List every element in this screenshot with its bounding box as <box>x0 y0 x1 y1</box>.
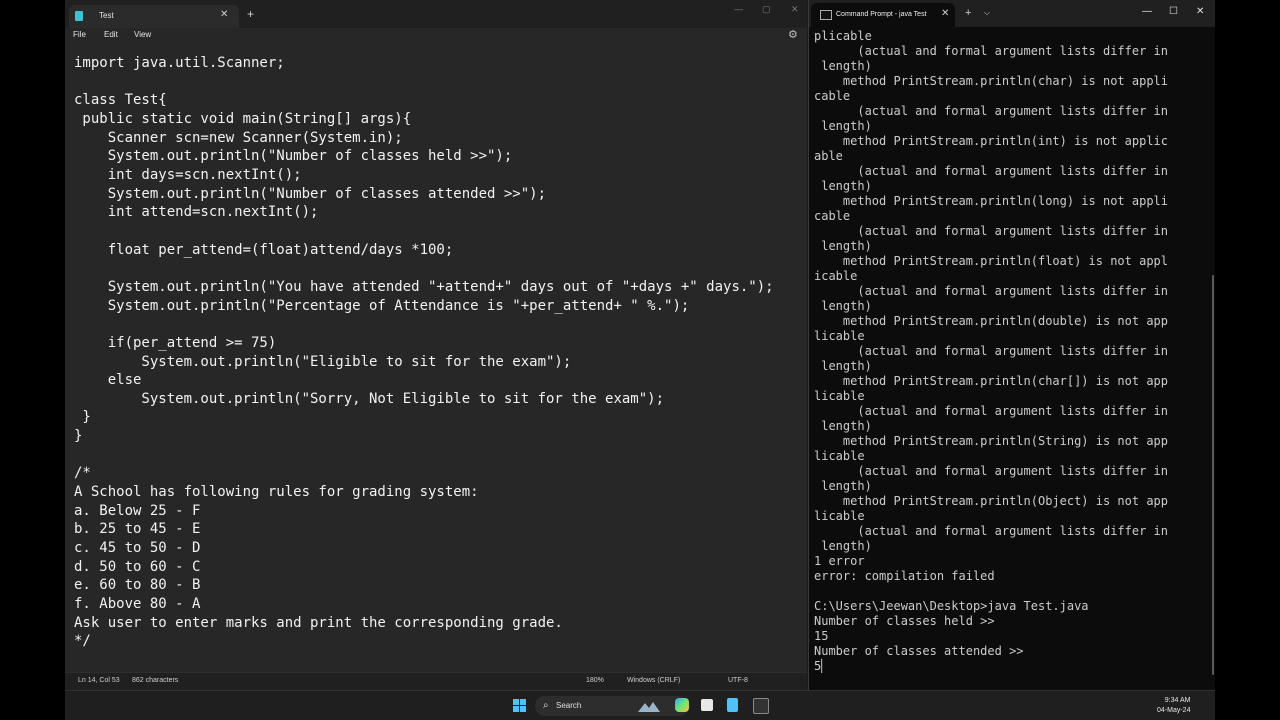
system-clock[interactable]: 9:34 AM 04-May-24 <box>1157 696 1190 716</box>
notepad-menubar: File Edit View ⚙ <box>65 28 807 44</box>
maximize-icon[interactable]: ▢ <box>762 4 771 15</box>
settings-gear-icon[interactable]: ⚙ <box>788 28 798 41</box>
cursor-position: Ln 14, Col 53 <box>78 677 120 684</box>
taskbar-search-box[interactable]: ⌕ Search <box>535 696 689 716</box>
clock-date: 04-May-24 <box>1157 707 1191 714</box>
line-ending: Windows (CRLF) <box>627 677 681 684</box>
terminal-window: Command Prompt - java Test ✕ + ⌵ — ☐ ✕ p… <box>808 0 1215 690</box>
terminal-output[interactable]: plicable (actual and formal argument lis… <box>814 29 1168 674</box>
code-text[interactable]: import java.util.Scanner; class Test{ pu… <box>74 54 774 651</box>
menu-view[interactable]: View <box>134 30 151 39</box>
notepad-statusbar: Ln 14, Col 53 862 characters 180% Window… <box>65 672 807 691</box>
minimize-icon[interactable]: — <box>1142 6 1152 17</box>
maximize-icon[interactable]: ☐ <box>1169 6 1178 17</box>
notepad-taskbar-icon[interactable] <box>727 698 738 712</box>
terminal-taskbar-icon[interactable] <box>753 698 769 714</box>
terminal-tab[interactable]: Command Prompt - java Test ✕ <box>811 3 955 27</box>
terminal-titlebar: Command Prompt - java Test ✕ + ⌵ — ☐ ✕ <box>809 0 1215 27</box>
taskbar: ⌕ Search 9:34 AM 04-May-24 <box>65 690 1215 720</box>
notepad-tab[interactable]: Test ✕ <box>69 5 239 28</box>
search-highlight-icon <box>638 702 660 712</box>
close-tab-icon[interactable]: ✕ <box>220 9 228 20</box>
menu-file[interactable]: File <box>73 30 86 39</box>
encoding: UTF-8 <box>728 677 748 684</box>
close-window-icon[interactable]: ✕ <box>1196 6 1204 17</box>
zoom-level: 180% <box>586 677 604 684</box>
desktop-screen: Test ✕ + — ▢ ✕ File Edit View ⚙ import j… <box>65 0 1215 720</box>
notepad-tab-label: Test <box>99 11 114 20</box>
minimize-icon[interactable]: — <box>734 4 743 14</box>
clock-time: 9:34 AM <box>1164 697 1191 704</box>
notepad-window: Test ✕ + — ▢ ✕ File Edit View ⚙ import j… <box>65 0 807 691</box>
close-window-icon[interactable]: ✕ <box>791 4 799 15</box>
notepad-icon <box>75 11 83 21</box>
copilot-icon[interactable] <box>675 698 689 712</box>
terminal-tab-label: Command Prompt - java Test <box>836 11 927 18</box>
search-label: Search <box>556 701 582 710</box>
notepad-titlebar: Test ✕ + — ▢ ✕ <box>65 0 807 28</box>
windows-start-icon[interactable] <box>513 699 527 713</box>
terminal-scrollbar[interactable] <box>1212 275 1214 675</box>
close-tab-icon[interactable]: ✕ <box>941 8 949 19</box>
task-view-icon[interactable] <box>701 699 713 711</box>
search-icon: ⌕ <box>543 700 549 711</box>
new-tab-icon[interactable]: + <box>247 7 254 21</box>
chevron-down-icon[interactable]: ⌵ <box>984 8 990 18</box>
menu-edit[interactable]: Edit <box>104 30 118 39</box>
new-tab-icon[interactable]: + <box>965 7 971 19</box>
command-prompt-icon <box>820 10 832 20</box>
notepad-editor[interactable]: import java.util.Scanner; class Test{ pu… <box>65 44 807 672</box>
character-count: 862 characters <box>132 677 179 684</box>
